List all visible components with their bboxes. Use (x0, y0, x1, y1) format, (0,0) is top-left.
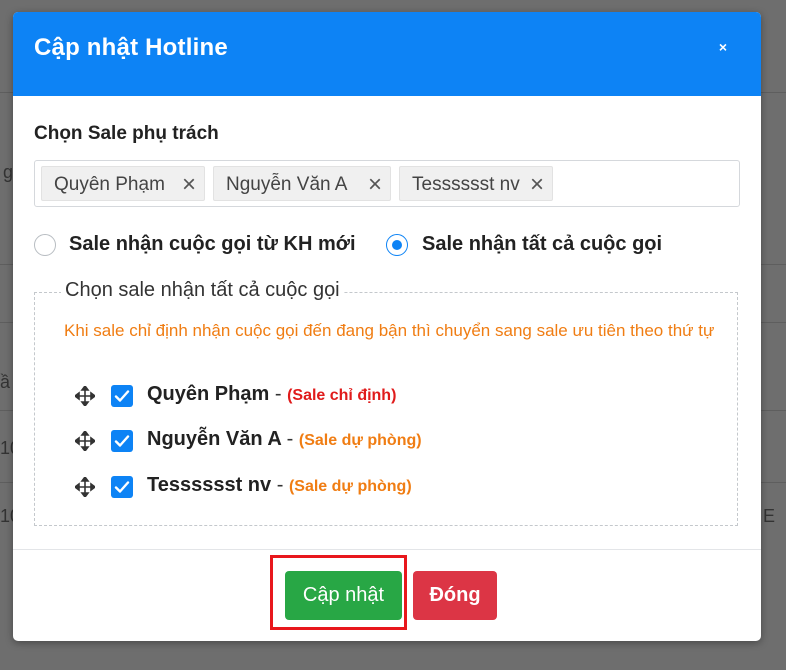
sale-checkbox[interactable] (111, 430, 133, 452)
sale-checkbox[interactable] (111, 476, 133, 498)
sale-checkbox[interactable] (111, 385, 133, 407)
close-button[interactable]: Đóng (413, 571, 497, 620)
priority-hint-text: Khi sale chỉ định nhận cuộc gọi đến đang… (64, 321, 715, 340)
modal-title: Cập nhật Hotline (34, 34, 228, 61)
selected-sale-tag: Nguyễn Văn A × (213, 166, 391, 201)
selected-sale-tag: Quyên Phạm × (41, 166, 205, 201)
update-hotline-modal: Cập nhật Hotline × Chọn Sale phụ trách Q… (13, 12, 761, 641)
sale-role-badge: (Sale dự phòng) (288, 478, 412, 495)
tag-label: Quyên Phạm (54, 174, 165, 195)
sale-role-badge: (Sale dự phòng) (298, 432, 422, 449)
bg-text: g (3, 162, 14, 182)
separator: - (276, 474, 284, 496)
sale-multiselect-input[interactable]: Quyên Phạm × Nguyễn Văn A × Tesssssst nv… (34, 160, 740, 207)
move-icon[interactable] (75, 386, 95, 406)
move-icon[interactable] (75, 431, 95, 451)
bg-text: E (763, 506, 776, 526)
radio-label[interactable]: Sale nhận cuộc gọi từ KH mới (69, 233, 356, 256)
check-icon (114, 390, 130, 402)
check-icon (114, 435, 130, 447)
sale-name-text: Nguyễn Văn A (147, 428, 282, 450)
bg-text: ầ (0, 372, 11, 392)
separator: - (274, 383, 282, 405)
remove-tag-icon[interactable]: × (178, 167, 200, 202)
radio-button-checked[interactable] (386, 234, 408, 256)
modal-header: Cập nhật Hotline × (13, 12, 761, 96)
modal-footer-divider (13, 549, 761, 550)
move-icon[interactable] (75, 477, 95, 497)
sale-role-badge: (Sale chỉ định) (287, 387, 397, 404)
sale-name: Tesssssst nv - (Sale dự phòng) (147, 474, 412, 497)
radio-button[interactable] (34, 234, 56, 256)
remove-tag-icon[interactable]: × (364, 167, 386, 202)
update-button[interactable]: Cập nhật (285, 571, 402, 620)
close-icon[interactable]: × (711, 35, 735, 59)
check-icon (114, 481, 130, 493)
separator: - (286, 428, 294, 450)
radio-label[interactable]: Sale nhận tất cả cuộc gọi (422, 233, 662, 256)
sale-name-text: Tesssssst nv (147, 474, 272, 496)
selected-sale-tag: Tesssssst nv × (399, 166, 553, 201)
tag-label: Nguyễn Văn A (226, 174, 348, 195)
sale-name: Nguyễn Văn A - (Sale dự phòng) (147, 428, 422, 451)
fieldset-legend: Chọn sale nhận tất cả cuộc gọi (61, 279, 344, 302)
tag-label: Tesssssst nv (412, 174, 520, 195)
remove-tag-icon[interactable]: × (526, 167, 548, 202)
sale-name: Quyên Phạm - (Sale chỉ định) (147, 383, 396, 406)
select-sale-label: Chọn Sale phụ trách (34, 123, 219, 144)
sale-name-text: Quyên Phạm (147, 383, 270, 405)
